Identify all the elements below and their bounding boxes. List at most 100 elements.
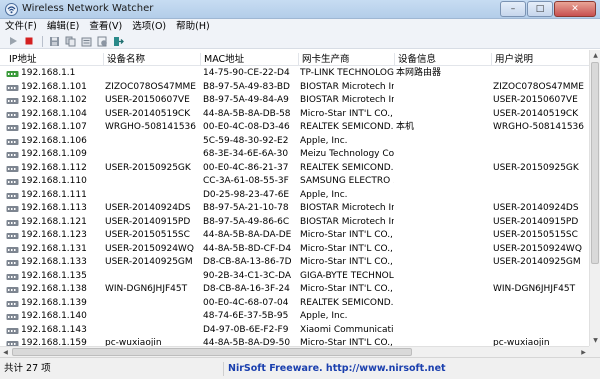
table-row[interactable]: 192.168.1.110 CC-3A-61-08-55-3F SAMSUNG EL… (0, 175, 589, 189)
menu-file[interactable]: 文件(F) (0, 19, 42, 34)
column-header-mac[interactable]: MAC地址 (201, 53, 299, 66)
table-row[interactable]: 192.168.1.1 14-75-90-CE-22-D4 TP-LINK TECH… (0, 67, 589, 81)
minimize-button[interactable]: – (500, 1, 526, 17)
maximize-button[interactable]: □ (527, 1, 553, 17)
table-row[interactable]: 192.168.1.138 WIN-DGN6JHJF45T D8-CB-8A-16-… (0, 283, 589, 297)
table-row[interactable]: 192.168.1.106 5C-59-48-30-92-E2 Apple, Inc… (0, 135, 589, 149)
horizontal-scroll-thumb[interactable] (12, 348, 412, 356)
device-name-cell (105, 175, 201, 189)
ip-cell: 192.168.1.112 (21, 162, 87, 173)
vendor-cell: Apple, Inc. (300, 189, 348, 200)
menu-options[interactable]: 选项(O) (127, 19, 171, 34)
ip-cell: 192.168.1.139 (21, 297, 87, 308)
mac-cell: B8-97-5A-49-84-A9 (203, 95, 289, 105)
close-button[interactable]: ✕ (554, 1, 596, 17)
device-name-cell: WRGHO-508141536 (105, 122, 197, 132)
user-text-cell (493, 270, 587, 284)
table-row[interactable]: 192.168.1.123 USER-20150515SC 44-8A-5B-8A-… (0, 229, 589, 243)
device-name-cell: ZIZOC078OS47MME (105, 81, 196, 92)
copy-icon[interactable] (63, 35, 77, 48)
device-info-cell (396, 94, 492, 108)
device-info-cell: 本网路由器 (396, 68, 442, 78)
table-row[interactable]: 192.168.1.111 D0-25-98-23-47-6E Apple, Inc… (0, 189, 589, 203)
list-rows: 192.168.1.1 14-75-90-CE-22-D4 TP-LINK TECH… (0, 67, 589, 346)
user-text-cell (493, 148, 587, 162)
user-text-cell (493, 189, 587, 203)
table-row[interactable]: 192.168.1.135 90-2B-34-C1-3C-DA GIGA-BYTE … (0, 270, 589, 284)
device-name-cell (105, 189, 201, 203)
table-row[interactable]: 192.168.1.159 pc-wuxiaojin 44-8A-5B-8A-D9-… (0, 337, 589, 346)
vertical-scrollbar[interactable]: ▲ ▼ (589, 50, 600, 346)
scroll-down-arrow-icon[interactable]: ▼ (590, 335, 600, 346)
mac-cell: B8-97-5A-49-86-6C (203, 216, 290, 227)
user-text-cell: USER-20150924WQ (493, 243, 582, 254)
table-row[interactable]: 192.168.1.113 USER-20140924DS B8-97-5A-21-… (0, 202, 589, 216)
ip-cell: 192.168.1.135 (21, 270, 87, 281)
ip-cell: 192.168.1.131 (21, 243, 87, 254)
column-header-device-info[interactable]: 设备信息 (395, 53, 492, 66)
vendor-cell: Micro-Star INT'L CO., ... (300, 230, 394, 240)
device-info-cell (396, 81, 492, 95)
mac-cell: D0-25-98-23-47-6E (203, 189, 290, 200)
table-row[interactable]: 192.168.1.102 USER-20150607VE B8-97-5A-49-… (0, 94, 589, 108)
save-icon[interactable] (47, 35, 61, 48)
table-row[interactable]: 192.168.1.107 WRGHO-508141536 00-E0-4C-08-… (0, 121, 589, 135)
mac-cell: 00-E0-4C-08-D3-46 (203, 122, 290, 132)
table-row[interactable]: 192.168.1.101 ZIZOC078OS47MME B8-97-5A-49-… (0, 81, 589, 95)
device-info-cell (396, 108, 492, 122)
device-name-cell: USER-20150925GK (105, 162, 191, 173)
nirsoft-link[interactable]: NirSoft Freeware. http://www.nirsoft.net (228, 362, 446, 376)
mac-cell: 44-8A-5B-8A-DB-58 (203, 108, 291, 119)
mac-cell: B8-97-5A-21-10-78 (203, 203, 289, 213)
html-report-icon[interactable] (95, 35, 109, 48)
device-info-cell (396, 229, 492, 243)
column-header-vendor[interactable]: 网卡生产商 (299, 53, 395, 66)
ip-cell: 192.168.1.133 (21, 257, 87, 267)
status-bar: 共计 27 项 NirSoft Freeware. http://www.nir… (0, 357, 600, 379)
device-info-cell (396, 256, 492, 270)
table-row[interactable]: 192.168.1.112 USER-20150925GK 00-E0-4C-86-… (0, 162, 589, 176)
table-row[interactable]: 192.168.1.133 USER-20140925GM D8-CB-8A-13-… (0, 256, 589, 270)
user-text-cell: WIN-DGN6JHJF45T (493, 284, 576, 294)
ip-cell: 192.168.1.123 (21, 230, 87, 240)
table-row[interactable]: 192.168.1.140 48-74-6E-37-5B-95 Apple, Inc… (0, 310, 589, 324)
device-info-cell (396, 337, 492, 346)
exit-icon[interactable] (111, 35, 125, 48)
menu-view[interactable]: 查看(V) (84, 19, 127, 34)
mac-cell: 44-8A-5B-8A-DA-DE (203, 230, 292, 240)
vendor-cell: REALTEK SEMICOND... (300, 297, 394, 308)
user-text-cell (493, 175, 587, 189)
column-header-user-text[interactable]: 用户说明 (492, 53, 589, 66)
stop-icon[interactable] (22, 35, 36, 48)
item-count: 共计 27 项 (4, 362, 224, 376)
play-icon[interactable] (6, 35, 20, 48)
scroll-up-arrow-icon[interactable]: ▲ (590, 50, 600, 61)
menu-help[interactable]: 帮助(H) (171, 19, 215, 34)
menu-edit[interactable]: 编辑(E) (42, 19, 84, 34)
mac-cell: B8-97-5A-49-83-BD (203, 81, 290, 92)
table-row[interactable]: 192.168.1.139 00-E0-4C-68-07-04 REALTEK SE… (0, 297, 589, 311)
ip-cell: 192.168.1.113 (21, 203, 87, 213)
ip-cell: 192.168.1.110 (21, 176, 87, 186)
device-list[interactable]: IP地址 设备名称 MAC地址 网卡生产商 设备信息 用户说明 192.168.… (0, 50, 589, 346)
device-name-cell (105, 310, 201, 324)
table-row[interactable]: 192.168.1.143 D4-97-0B-6E-F2-F9 Xiaomi Com… (0, 324, 589, 338)
vendor-cell: BIOSTAR Microtech In... (300, 81, 394, 92)
properties-icon[interactable] (79, 35, 93, 48)
device-name-cell: USER-20140925GM (105, 257, 193, 267)
table-row[interactable]: 192.168.1.121 USER-20140915PD B8-97-5A-49-… (0, 216, 589, 230)
horizontal-scrollbar[interactable]: ◀ ▶ (0, 346, 589, 357)
vendor-cell: TP-LINK TECHNOLOG... (300, 68, 394, 78)
vendor-cell: Apple, Inc. (300, 135, 348, 146)
device-info-cell (396, 324, 492, 338)
table-row[interactable]: 192.168.1.109 68-3E-34-6E-6A-30 Meizu Tech… (0, 148, 589, 162)
table-row[interactable]: 192.168.1.131 USER-20150924WQ 44-8A-5B-8D-… (0, 243, 589, 257)
vendor-cell: Xiaomi Communicatio... (300, 324, 394, 335)
column-header-device-name[interactable]: 设备名称 (104, 53, 201, 66)
device-info-cell (396, 283, 492, 297)
vertical-scroll-thumb[interactable] (591, 62, 599, 264)
ip-cell: 192.168.1.1 (21, 68, 76, 78)
column-header-ip[interactable]: IP地址 (0, 53, 104, 66)
mac-cell: 14-75-90-CE-22-D4 (203, 68, 290, 78)
table-row[interactable]: 192.168.1.104 USER-20140519CK 44-8A-5B-8A-… (0, 108, 589, 122)
